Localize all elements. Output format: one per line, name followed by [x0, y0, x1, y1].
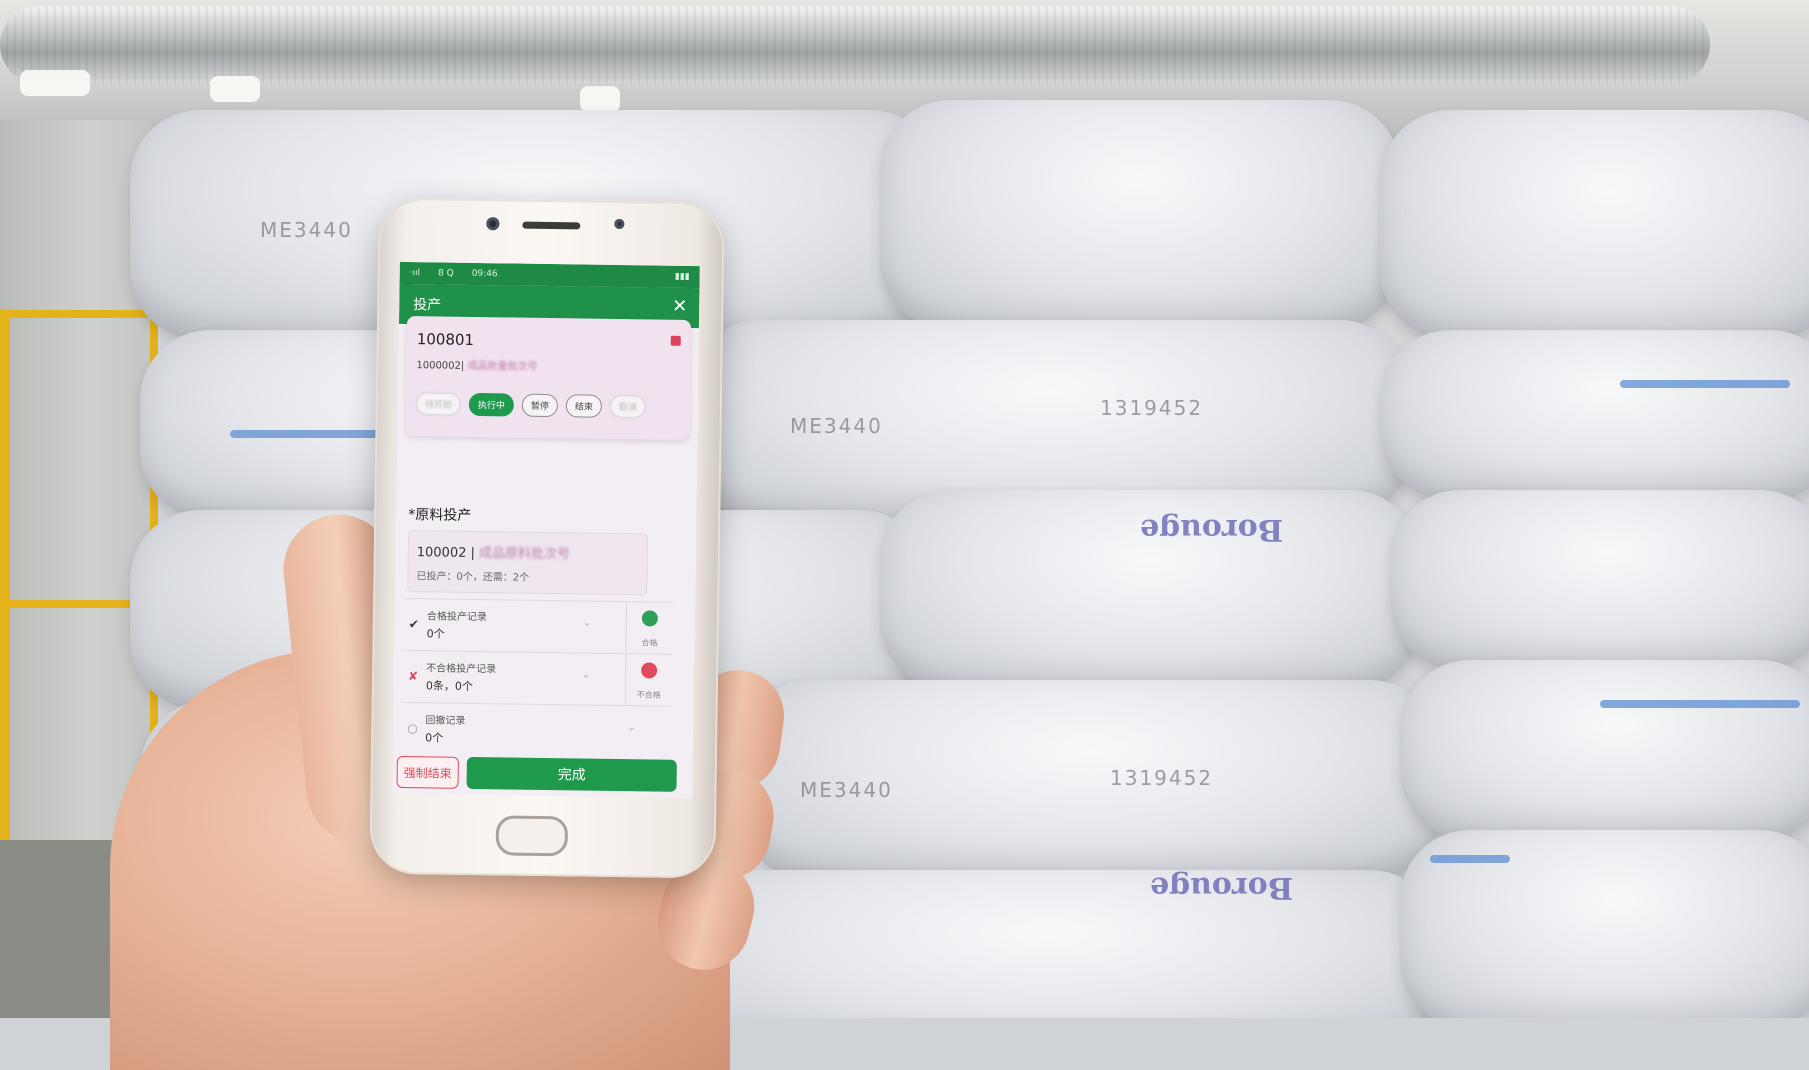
sack: [1390, 490, 1809, 670]
sack-print-code: ME3440: [790, 414, 883, 438]
state-pending[interactable]: 待开始: [415, 392, 462, 416]
yellow-rack: [0, 310, 160, 318]
record-value: 0个: [426, 627, 445, 641]
ceiling-light: [580, 86, 620, 112]
material-box[interactable]: 100002 | 成品原料批次号 已投产：0个，还需：2个: [407, 530, 649, 596]
state-paused[interactable]: 暂停: [521, 393, 559, 418]
order-subtitle-name: 成品批量批次号: [467, 360, 538, 373]
yellow-rack: [0, 310, 10, 910]
material-name: 成品原料批次号: [478, 546, 571, 563]
sack-print-lot: 1319452: [1110, 766, 1214, 790]
material-stats: 已投产：0个，还需：2个: [416, 571, 530, 584]
smartphone: ·ııl 8 Q 09:46 ▮▮▮ 投产 ✕ 100801 1000002| …: [369, 197, 725, 879]
chevron-down-icon: ⌄: [627, 722, 636, 734]
sensor-icon: [614, 218, 625, 230]
close-icon[interactable]: ✕: [672, 296, 687, 317]
bottom-bar: 强制结束 完成: [392, 750, 693, 798]
record-label: 合格投产记录: [426, 611, 487, 624]
state-ended[interactable]: 结束: [565, 394, 603, 418]
record-value: 0条，0个: [425, 679, 474, 693]
sack-brand: Borouge: [1140, 512, 1284, 547]
battery-icon: ▮▮▮: [674, 271, 690, 282]
sack-stripe: [1620, 380, 1790, 388]
qualified-button[interactable]: 合格: [625, 602, 674, 653]
section-title: *原料投产: [408, 507, 472, 524]
status-time: 09:46: [471, 268, 498, 280]
qualified-icon: [641, 610, 658, 627]
ceiling-light: [20, 70, 90, 96]
earpiece: [522, 221, 581, 230]
record-value: 0个: [425, 731, 444, 745]
sack-print-code: ME3440: [260, 218, 353, 242]
unqualified-button[interactable]: 不合格: [624, 654, 673, 705]
qualified-label: 合格: [641, 638, 658, 648]
sack: [880, 100, 1400, 330]
page-title: 投产: [413, 297, 442, 314]
record-label: 不合格投产记录: [426, 663, 497, 676]
sack: [1380, 330, 1809, 500]
sack: [1380, 110, 1809, 340]
unqualified-label: 不合格: [636, 690, 661, 700]
sack-stripe: [1600, 700, 1800, 708]
check-icon: ✔: [408, 617, 419, 632]
record-unqualified[interactable]: ✘ 不合格投产记录 0条，0个 ⌄ 不合格: [401, 649, 673, 705]
chevron-down-icon: ⌄: [582, 617, 592, 629]
front-camera-icon: [486, 217, 500, 231]
done-button[interactable]: 完成: [466, 756, 677, 792]
sack-print-lot: 1319452: [1100, 396, 1204, 420]
sack-brand: Borouge: [1150, 870, 1294, 905]
air-duct: [0, 6, 1710, 84]
order-subtitle-prefix: 1000002|: [416, 360, 465, 372]
sack: [1400, 660, 1809, 840]
sack-stripe: [1430, 855, 1510, 863]
material-line: 100002 | 成品原料批次号: [417, 541, 571, 562]
record-qualified[interactable]: ✔ 合格投产记录 0个 ⌄ 合格: [402, 597, 674, 653]
signal-icon: ·ııl: [409, 268, 421, 279]
circle-icon: ○: [407, 721, 418, 736]
state-cancelled[interactable]: 取消: [609, 394, 647, 419]
order-subtitle: 1000002| 成品批量批次号: [416, 356, 537, 373]
material-code: 100002 |: [416, 545, 476, 561]
sack-stripe: [230, 430, 380, 438]
flag-icon: [670, 335, 681, 346]
unqualified-icon: [641, 662, 658, 679]
order-card[interactable]: 100801 1000002| 成品批量批次号 待开始 执行中 暂停 结束 取消: [405, 316, 692, 440]
chevron-down-icon: ⌄: [582, 669, 591, 681]
cross-icon: ✘: [407, 669, 419, 684]
force-end-button[interactable]: 强制结束: [396, 755, 459, 789]
home-button[interactable]: [495, 815, 569, 857]
sack-print-code: ME3440: [800, 778, 893, 802]
state-running[interactable]: 执行中: [468, 392, 515, 417]
ceiling-light: [210, 76, 260, 102]
record-label: 回撤记录: [425, 715, 466, 727]
status-mid: 8 Q: [437, 268, 454, 279]
record-withdrawn[interactable]: ○ 回撤记录 0个 ⌄: [400, 701, 672, 757]
order-code: 100801: [416, 330, 475, 349]
phone-screen: ·ııl 8 Q 09:46 ▮▮▮ 投产 ✕ 100801 1000002| …: [392, 261, 700, 799]
state-pills: 待开始 执行中 暂停 结束 取消: [415, 392, 647, 419]
